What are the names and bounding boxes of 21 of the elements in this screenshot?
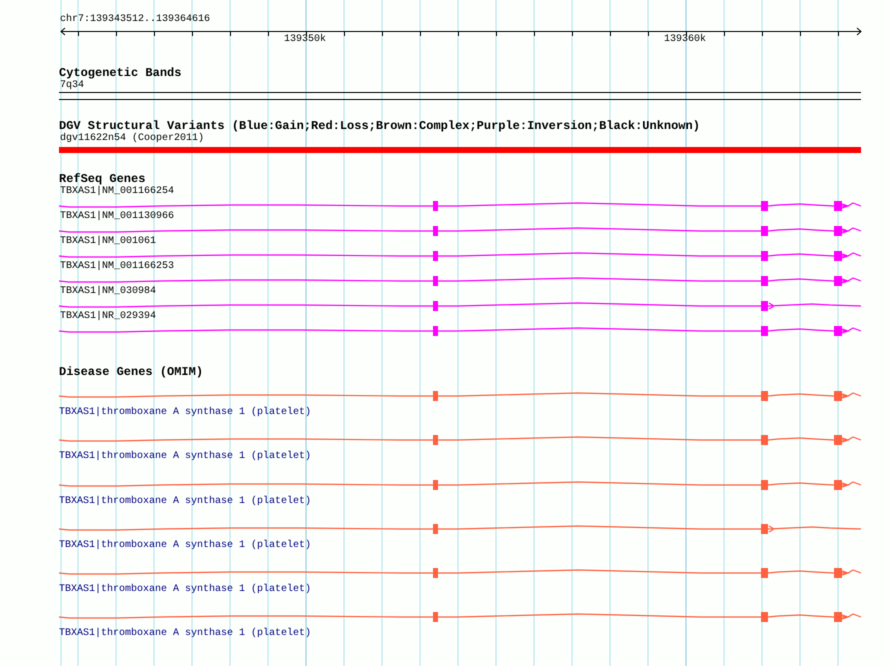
ruler-tick-label: 139350k bbox=[284, 34, 326, 46]
ruler-tick-label: 139360k bbox=[664, 34, 706, 46]
track-title: RefSeq Genes bbox=[58, 173, 146, 186]
disease-gene-label: TBXAS1|thromboxane A synthase 1 (platelet) bbox=[58, 584, 312, 596]
gene-label: TBXAS1|NM_001166254 bbox=[59, 186, 176, 198]
gene-label: TBXAS1|NM_030984 bbox=[59, 286, 158, 298]
track-title: Disease Genes (OMIM) bbox=[58, 366, 204, 379]
disease-gene-label: TBXAS1|thromboxane A synthase 1 (platelet) bbox=[58, 451, 312, 464]
variant-label: dgv11622n54 (Cooper2011) bbox=[59, 133, 206, 145]
track-title: Cytogenetic Bands bbox=[58, 67, 182, 80]
band-label: 7q34 bbox=[59, 80, 86, 92]
gene-label: TBXAS1|NM_001166253 bbox=[59, 261, 176, 273]
gene-label: TBXAS1|NM_001061 bbox=[59, 236, 158, 248]
disease-gene-label: TBXAS1|thromboxane A synthase 1 (platelet) bbox=[58, 407, 312, 419]
location-label: chr7:139343512..139364616 bbox=[60, 14, 210, 26]
gene-label: TBXAS1|NM_001130966 bbox=[59, 211, 176, 223]
disease-gene-label: TBXAS1|thromboxane A synthase 1 (platelet) bbox=[58, 628, 312, 640]
track-title: DGV Structural Variants (Blue:Gain;Red:Loss;Brown:Complex;Purple:Inversion;Black:Unknown) bbox=[58, 120, 701, 133]
disease-gene-label: TBXAS1|thromboxane A synthase 1 (platelet) bbox=[58, 540, 312, 552]
disease-gene-label: TBXAS1|thromboxane A synthase 1 (platelet) bbox=[58, 496, 312, 508]
gene-label: TBXAS1|NR_029394 bbox=[59, 311, 158, 323]
